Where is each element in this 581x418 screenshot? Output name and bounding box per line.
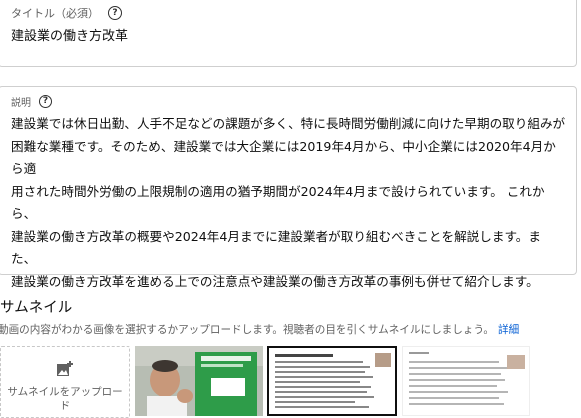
description-label-row: 説明 ? (11, 94, 52, 109)
description-label: 説明 (11, 98, 31, 109)
thumbnail-image-1 (135, 346, 263, 416)
upload-thumbnail-button[interactable]: サムネイルをアップロード (0, 346, 130, 418)
title-label-row: タイトル（必須） ? (11, 5, 122, 21)
help-icon[interactable]: ? (108, 6, 122, 20)
help-icon[interactable]: ? (39, 95, 52, 108)
title-field[interactable]: タイトル（必須） ? 建設業の働き方改革 (0, 0, 577, 67)
thumbnail-image-2 (269, 348, 395, 414)
thumbnail-subtitle: 動画の内容がわかる画像を選択するかアップロードします。視聴者の目を引くサムネイル… (0, 322, 519, 337)
thumbnail-option-3[interactable] (402, 346, 530, 416)
title-input[interactable]: 建設業の働き方改革 (11, 25, 566, 44)
description-line: 用された時間外労働の上限規制の適用の猶予期間が2024年4月まで設けられています… (11, 183, 545, 222)
description-line: 困難な業種です。そのため、建設業では大企業には2019年4月から、中小企業には2… (11, 138, 556, 177)
description-textarea[interactable]: 建設業では休日出勤、人手不足などの課題が多く、特に長時間労働削減に向けた早期の取… (11, 113, 566, 293)
thumbnail-options: サムネイルをアップロード (0, 346, 581, 418)
description-line: 建設業では休日出勤、人手不足などの課題が多く、特に長時間労働削減に向けた早期の取… (11, 116, 566, 131)
upload-thumbnail-label: サムネイルをアップロード (7, 386, 123, 412)
title-label: タイトル（必須） (11, 7, 99, 20)
thumbnail-heading: サムネイル (0, 300, 73, 316)
thumbnail-option-2[interactable] (267, 346, 397, 416)
add-photo-icon (56, 361, 74, 381)
thumbnail-subtitle-text: 動画の内容がわかる画像を選択するかアップロードします。視聴者の目を引くサムネイル… (0, 324, 494, 336)
details-link[interactable]: 詳細 (498, 324, 519, 336)
description-line: 建設業の働き方改革の概要や2024年4月までに建設業者が取り組むべきことを解説し… (11, 228, 541, 267)
thumbnail-option-1[interactable] (135, 346, 263, 416)
description-line: 建設業の働き方改革を進める上での注意点や建設業の働き方改革の事例も併せて紹介しま… (11, 273, 539, 289)
thumbnail-image-3 (403, 347, 529, 413)
description-field[interactable]: 説明 ? 建設業では休日出勤、人手不足などの課題が多く、特に長時間労働削減に向け… (0, 86, 577, 289)
